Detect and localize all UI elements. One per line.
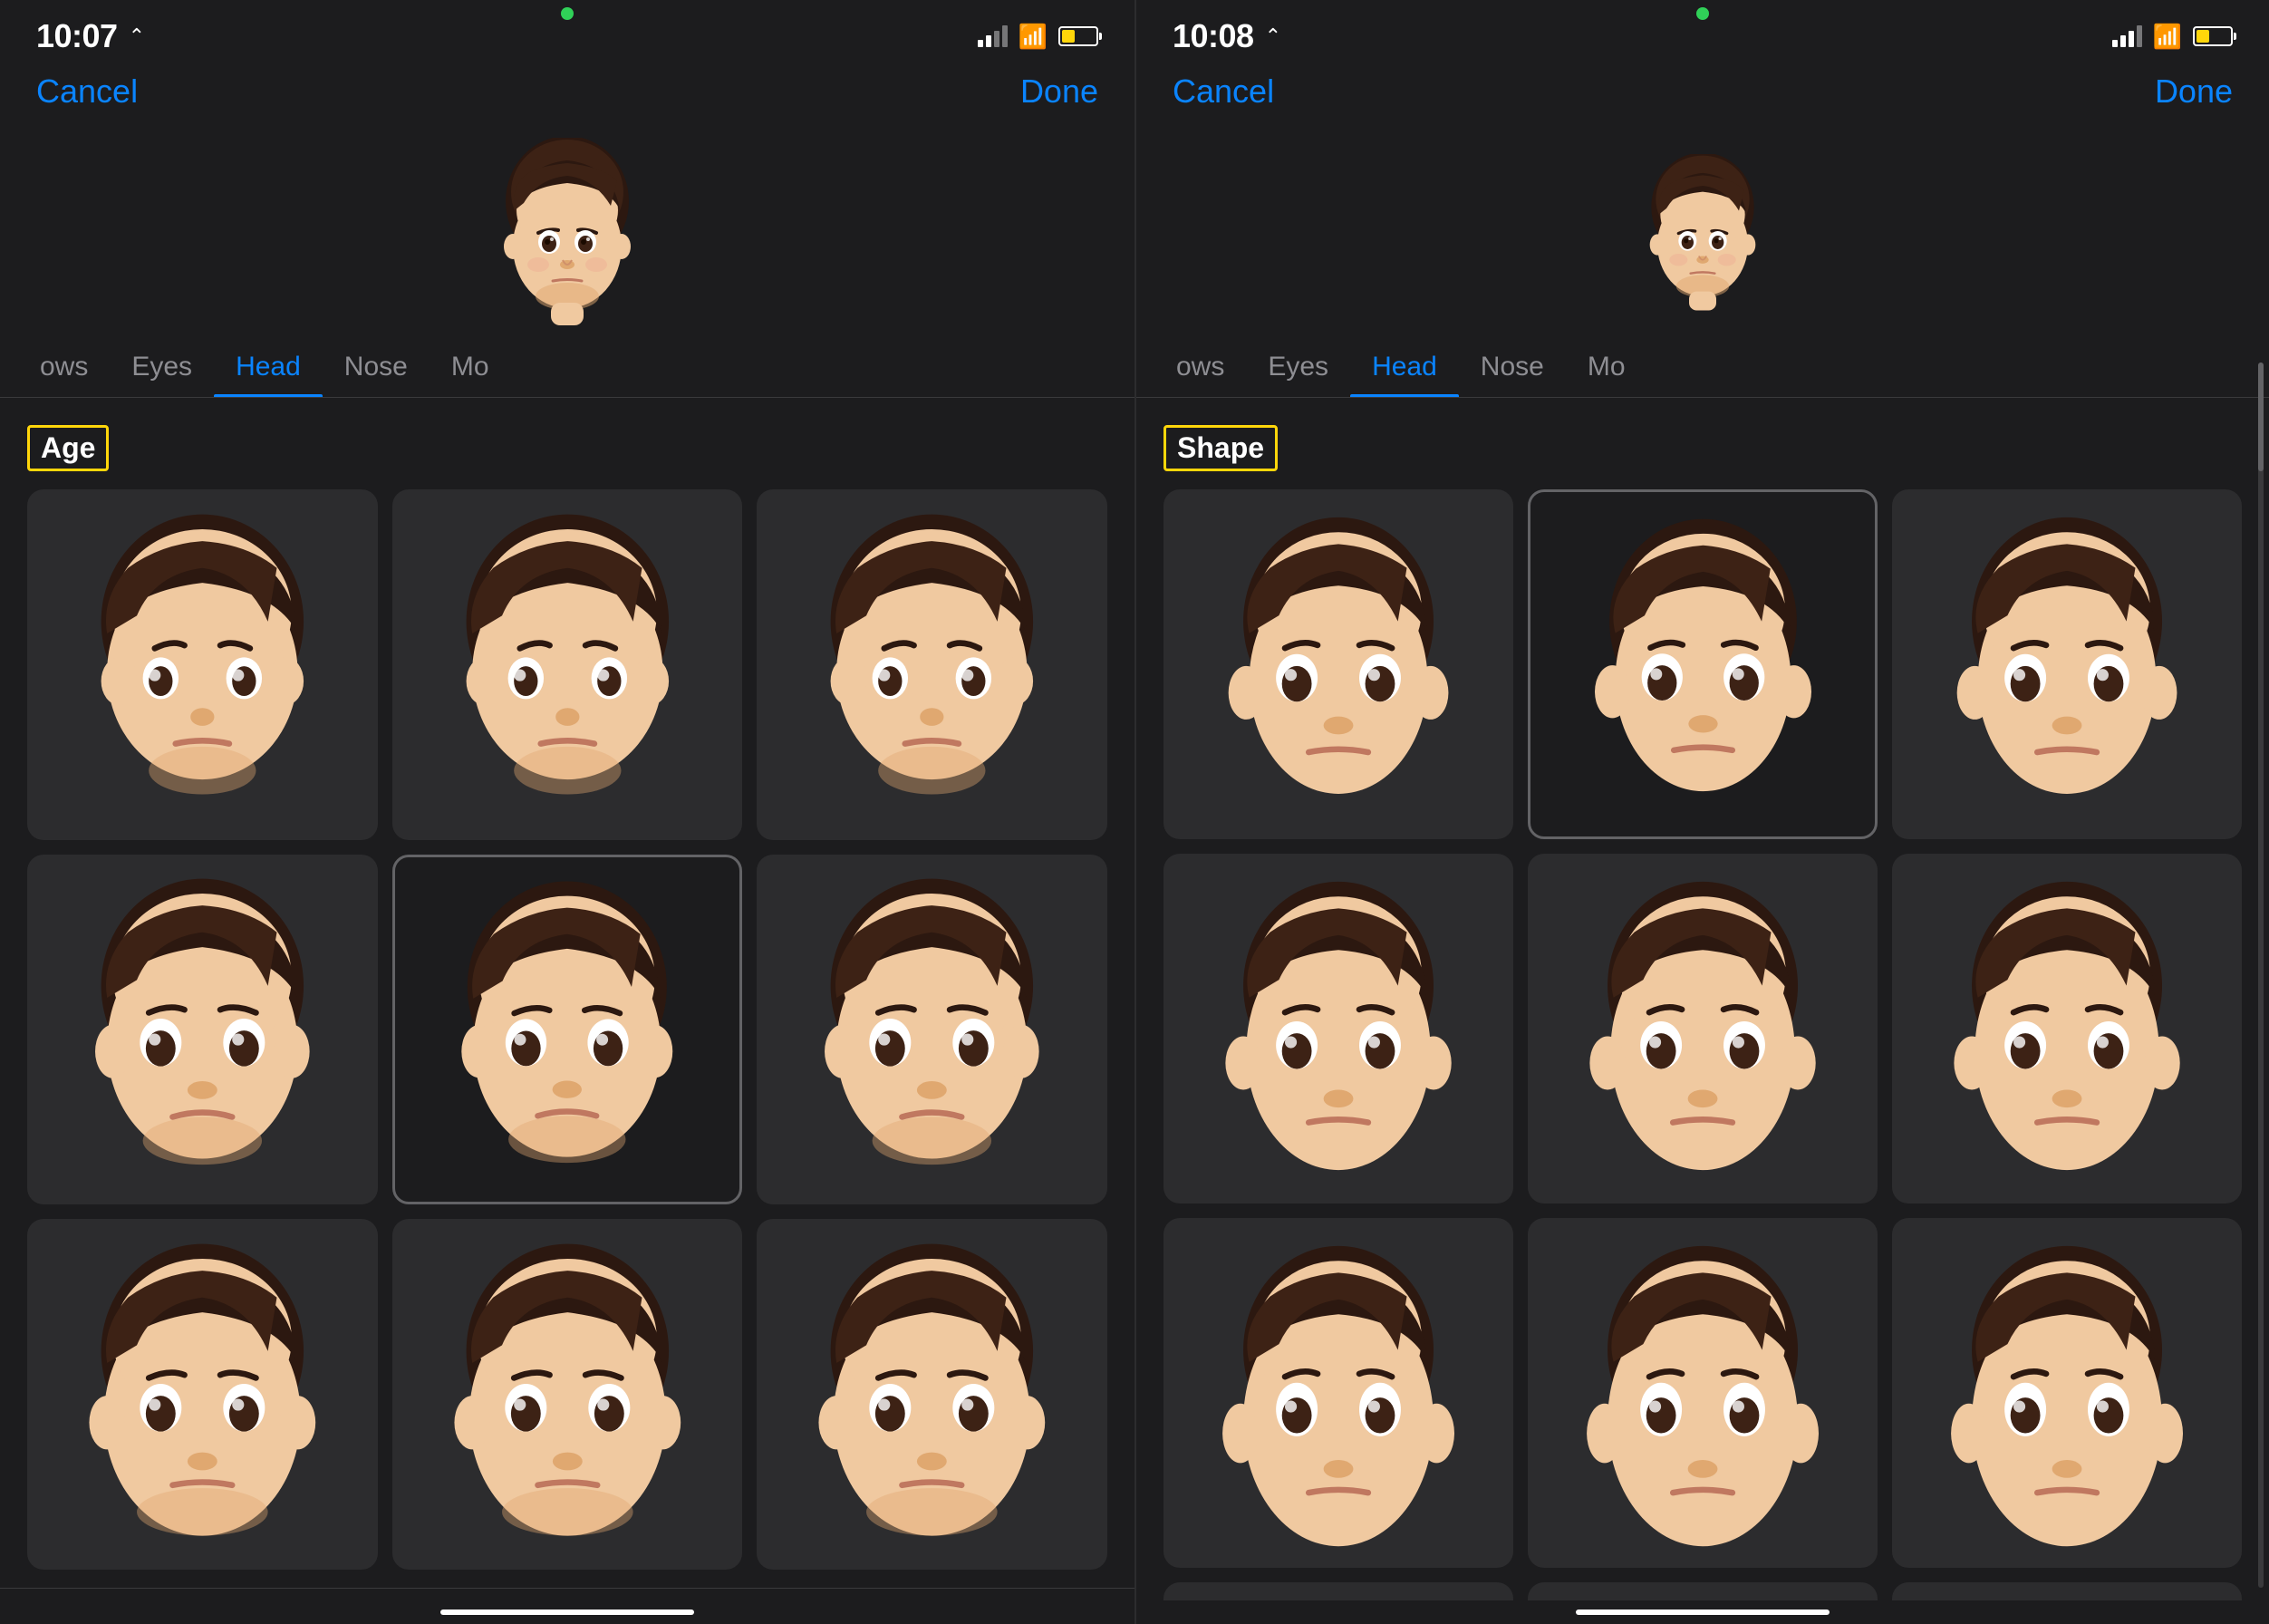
shape-section-left: Shape (0, 1589, 1134, 1600)
battery-right (2193, 26, 2233, 46)
shape-r-cell-9[interactable] (1163, 1582, 1513, 1600)
age-cell-3[interactable] (27, 855, 378, 1205)
memoji-avatar-left (477, 138, 658, 328)
tab-mouth-right[interactable]: Mo (1566, 337, 1647, 397)
status-icons-left: 📶 (978, 23, 1098, 51)
status-icons-right: 📶 (2112, 23, 2233, 51)
age-cell-4-selected[interactable] (392, 855, 743, 1205)
shape-r-cell-7[interactable] (1528, 1218, 1878, 1568)
scrollbar-track-right[interactable] (2258, 362, 2264, 1588)
battery-left (1058, 26, 1098, 46)
location-icon-left: ⌃ (129, 24, 145, 48)
shape-label-right: Shape (1163, 425, 1278, 471)
shape-r-cell-6[interactable] (1163, 1218, 1513, 1568)
green-dot-right (1696, 7, 1709, 20)
bottom-line-left (440, 1610, 694, 1615)
age-label: Age (27, 425, 109, 471)
cancel-button-left[interactable]: Cancel (36, 72, 138, 111)
category-tabs-left: ows Eyes Head Nose Mo (0, 337, 1134, 398)
signal-right (2112, 25, 2142, 47)
shape-r-cell-8[interactable] (1892, 1218, 2242, 1568)
tab-nose-right[interactable]: Nose (1459, 337, 1566, 397)
shape-r-cell-5[interactable] (1892, 854, 2242, 1204)
time-left: 10:07 (36, 17, 118, 55)
shape-r-cell-1-selected[interactable] (1528, 489, 1878, 839)
bottom-line-right (1576, 1610, 1830, 1615)
shape-r-cell-0[interactable] (1163, 489, 1513, 839)
time-right: 10:08 (1173, 17, 1254, 55)
green-dot-left (561, 7, 574, 20)
tab-brows-right[interactable]: ows (1154, 337, 1246, 397)
category-tabs-right: ows Eyes Head Nose Mo (1136, 337, 2269, 398)
age-cell-0[interactable] (27, 489, 378, 840)
left-panel: 10:07 ⌃ 📶 Cancel Done (0, 0, 1134, 1624)
shape-r-cell-4[interactable] (1528, 854, 1878, 1204)
shape-grid-right (1163, 489, 2242, 1600)
tab-nose-left[interactable]: Nose (323, 337, 430, 397)
location-icon-right: ⌃ (1265, 24, 1281, 48)
wifi-icon-right: 📶 (2153, 23, 2182, 51)
age-cell-8[interactable] (757, 1219, 1107, 1570)
shape-r-cell-11[interactable] (1892, 1582, 2242, 1600)
wifi-icon-left: 📶 (1019, 23, 1048, 51)
avatar-preview-left (0, 129, 1134, 337)
tab-mouth-left[interactable]: Mo (430, 337, 511, 397)
scrollbar-thumb-right[interactable] (2258, 362, 2264, 471)
tab-head-right[interactable]: Head (1350, 337, 1459, 397)
content-area-left: Age Shape (0, 398, 1134, 1600)
done-button-left[interactable]: Done (1020, 72, 1098, 111)
right-panel: 10:08 ⌃ 📶 Cancel Done (1134, 0, 2269, 1624)
done-button-right[interactable]: Done (2155, 72, 2233, 111)
cancel-button-right[interactable]: Cancel (1173, 72, 1274, 111)
tab-eyes-left[interactable]: Eyes (110, 337, 214, 397)
signal-left (978, 25, 1008, 47)
shape-r-cell-2[interactable] (1892, 489, 2242, 839)
content-area-right: Shape (1136, 398, 2269, 1600)
shape-r-cell-10[interactable] (1528, 1582, 1878, 1600)
shape-r-cell-3[interactable] (1163, 854, 1513, 1204)
tab-eyes-right[interactable]: Eyes (1246, 337, 1350, 397)
memoji-avatar-right (1626, 154, 1780, 313)
age-cell-5[interactable] (757, 855, 1107, 1205)
shape-section-right: Shape (1136, 398, 2269, 1600)
age-cell-6[interactable] (27, 1219, 378, 1570)
age-section: Age (0, 398, 1134, 1588)
age-cell-1[interactable] (392, 489, 743, 840)
avatar-preview-right (1136, 129, 2269, 337)
tab-head-left[interactable]: Head (214, 337, 323, 397)
age-cell-7[interactable] (392, 1219, 743, 1570)
age-cell-2[interactable] (757, 489, 1107, 840)
top-bar-left: Cancel Done (0, 63, 1134, 129)
age-grid (27, 489, 1107, 1570)
tab-brows-left[interactable]: ows (18, 337, 110, 397)
top-bar-right: Cancel Done (1136, 63, 2269, 129)
